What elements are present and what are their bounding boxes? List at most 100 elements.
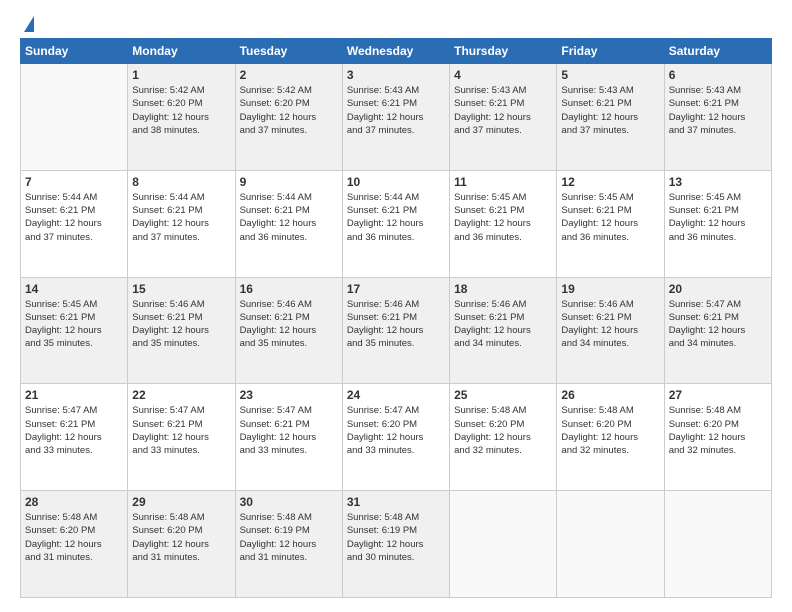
day-info: Sunrise: 5:48 AM Sunset: 6:20 PM Dayligh… (454, 404, 552, 457)
day-info: Sunrise: 5:48 AM Sunset: 6:20 PM Dayligh… (669, 404, 767, 457)
col-header-sunday: Sunday (21, 39, 128, 64)
week-row-4: 21 Sunrise: 5:47 AM Sunset: 6:21 PM Dayli… (21, 384, 772, 491)
day-cell: 4 Sunrise: 5:43 AM Sunset: 6:21 PM Daylig… (450, 64, 557, 171)
day-number: 3 (347, 68, 445, 82)
day-cell: 9Sunrise: 5:44 AM Sunset: 6:21 PM Daylig… (235, 170, 342, 277)
day-number: 26 (561, 388, 659, 402)
day-number: 2 (240, 68, 338, 82)
day-info: Sunrise: 5:42 AM Sunset: 6:20 PM Dayligh… (132, 84, 230, 137)
day-number: 27 (669, 388, 767, 402)
col-header-friday: Friday (557, 39, 664, 64)
day-cell: 14 Sunrise: 5:45 AM Sunset: 6:21 PM Dayli… (21, 277, 128, 384)
day-info: Sunrise: 5:44 AM Sunset: 6:21 PM Dayligh… (132, 191, 230, 244)
week-row-5: 28 Sunrise: 5:48 AM Sunset: 6:20 PM Dayli… (21, 491, 772, 598)
day-number: 31 (347, 495, 445, 509)
day-number: 20 (669, 282, 767, 296)
col-header-wednesday: Wednesday (342, 39, 449, 64)
day-cell: 17 Sunrise: 5:46 AM Sunset: 6:21 PM Dayli… (342, 277, 449, 384)
day-cell: 25 Sunrise: 5:48 AM Sunset: 6:20 PM Dayli… (450, 384, 557, 491)
day-number: 6 (669, 68, 767, 82)
day-info: Sunrise: 5:43 AM Sunset: 6:21 PM Dayligh… (669, 84, 767, 137)
day-info: Sunrise: 5:48 AM Sunset: 6:19 PM Dayligh… (240, 511, 338, 564)
day-cell: 22 Sunrise: 5:47 AM Sunset: 6:21 PM Dayli… (128, 384, 235, 491)
day-cell: 18 Sunrise: 5:46 AM Sunset: 6:21 PM Dayli… (450, 277, 557, 384)
day-info: Sunrise: 5:47 AM Sunset: 6:21 PM Dayligh… (132, 404, 230, 457)
day-number: 24 (347, 388, 445, 402)
header (20, 18, 772, 28)
day-cell: 26 Sunrise: 5:48 AM Sunset: 6:20 PM Dayli… (557, 384, 664, 491)
day-cell: 10 Sunrise: 5:44 AM Sunset: 6:21 PM Dayli… (342, 170, 449, 277)
day-number: 5 (561, 68, 659, 82)
day-info: Sunrise: 5:48 AM Sunset: 6:20 PM Dayligh… (561, 404, 659, 457)
day-cell: 15Sunrise: 5:46 AM Sunset: 6:21 PM Dayli… (128, 277, 235, 384)
col-header-saturday: Saturday (664, 39, 771, 64)
day-number: 1 (132, 68, 230, 82)
day-cell: 30 Sunrise: 5:48 AM Sunset: 6:19 PM Dayli… (235, 491, 342, 598)
day-info: Sunrise: 5:46 AM Sunset: 6:21 PM Dayligh… (561, 298, 659, 351)
day-info: Sunrise: 5:45 AM Sunset: 6:21 PM Dayligh… (25, 298, 123, 351)
day-cell (557, 491, 664, 598)
day-cell: 23Sunrise: 5:47 AM Sunset: 6:21 PM Dayli… (235, 384, 342, 491)
day-cell: 20 Sunrise: 5:47 AM Sunset: 6:21 PM Dayli… (664, 277, 771, 384)
day-number: 30 (240, 495, 338, 509)
day-info: Sunrise: 5:48 AM Sunset: 6:20 PM Dayligh… (25, 511, 123, 564)
day-info: Sunrise: 5:48 AM Sunset: 6:20 PM Dayligh… (132, 511, 230, 564)
col-header-monday: Monday (128, 39, 235, 64)
day-info: Sunrise: 5:43 AM Sunset: 6:21 PM Dayligh… (347, 84, 445, 137)
day-info: Sunrise: 5:47 AM Sunset: 6:20 PM Dayligh… (347, 404, 445, 457)
day-info: Sunrise: 5:47 AM Sunset: 6:21 PM Dayligh… (25, 404, 123, 457)
week-row-2: 7Sunrise: 5:44 AM Sunset: 6:21 PM Daylig… (21, 170, 772, 277)
day-cell: 16 Sunrise: 5:46 AM Sunset: 6:21 PM Dayli… (235, 277, 342, 384)
day-info: Sunrise: 5:44 AM Sunset: 6:21 PM Dayligh… (347, 191, 445, 244)
day-info: Sunrise: 5:43 AM Sunset: 6:21 PM Dayligh… (454, 84, 552, 137)
col-header-thursday: Thursday (450, 39, 557, 64)
day-cell: 24 Sunrise: 5:47 AM Sunset: 6:20 PM Dayli… (342, 384, 449, 491)
day-info: Sunrise: 5:43 AM Sunset: 6:21 PM Dayligh… (561, 84, 659, 137)
day-info: Sunrise: 5:46 AM Sunset: 6:21 PM Dayligh… (347, 298, 445, 351)
day-number: 17 (347, 282, 445, 296)
page: SundayMondayTuesdayWednesdayThursdayFrid… (0, 0, 792, 612)
day-cell (664, 491, 771, 598)
day-cell: 11Sunrise: 5:45 AM Sunset: 6:21 PM Dayli… (450, 170, 557, 277)
day-number: 8 (132, 175, 230, 189)
day-info: Sunrise: 5:46 AM Sunset: 6:21 PM Dayligh… (240, 298, 338, 351)
day-info: Sunrise: 5:42 AM Sunset: 6:20 PM Dayligh… (240, 84, 338, 137)
logo (20, 18, 34, 28)
day-cell (450, 491, 557, 598)
day-cell: 5 Sunrise: 5:43 AM Sunset: 6:21 PM Daylig… (557, 64, 664, 171)
day-info: Sunrise: 5:45 AM Sunset: 6:21 PM Dayligh… (454, 191, 552, 244)
day-number: 14 (25, 282, 123, 296)
day-info: Sunrise: 5:45 AM Sunset: 6:21 PM Dayligh… (561, 191, 659, 244)
week-row-1: 1 Sunrise: 5:42 AM Sunset: 6:20 PM Daylig… (21, 64, 772, 171)
day-number: 29 (132, 495, 230, 509)
day-info: Sunrise: 5:45 AM Sunset: 6:21 PM Dayligh… (669, 191, 767, 244)
day-cell: 7Sunrise: 5:44 AM Sunset: 6:21 PM Daylig… (21, 170, 128, 277)
day-number: 13 (669, 175, 767, 189)
day-info: Sunrise: 5:46 AM Sunset: 6:21 PM Dayligh… (454, 298, 552, 351)
day-cell: 19Sunrise: 5:46 AM Sunset: 6:21 PM Dayli… (557, 277, 664, 384)
day-cell: 1 Sunrise: 5:42 AM Sunset: 6:20 PM Daylig… (128, 64, 235, 171)
day-cell (21, 64, 128, 171)
day-number: 22 (132, 388, 230, 402)
day-cell: 13 Sunrise: 5:45 AM Sunset: 6:21 PM Dayli… (664, 170, 771, 277)
day-info: Sunrise: 5:47 AM Sunset: 6:21 PM Dayligh… (669, 298, 767, 351)
day-number: 4 (454, 68, 552, 82)
day-number: 28 (25, 495, 123, 509)
day-number: 23 (240, 388, 338, 402)
day-number: 16 (240, 282, 338, 296)
day-cell: 27 Sunrise: 5:48 AM Sunset: 6:20 PM Dayli… (664, 384, 771, 491)
day-number: 10 (347, 175, 445, 189)
day-cell: 28 Sunrise: 5:48 AM Sunset: 6:20 PM Dayli… (21, 491, 128, 598)
day-cell: 8 Sunrise: 5:44 AM Sunset: 6:21 PM Daylig… (128, 170, 235, 277)
day-info: Sunrise: 5:44 AM Sunset: 6:21 PM Dayligh… (25, 191, 123, 244)
day-number: 25 (454, 388, 552, 402)
calendar: SundayMondayTuesdayWednesdayThursdayFrid… (20, 38, 772, 598)
day-number: 21 (25, 388, 123, 402)
col-header-tuesday: Tuesday (235, 39, 342, 64)
day-info: Sunrise: 5:44 AM Sunset: 6:21 PM Dayligh… (240, 191, 338, 244)
day-number: 12 (561, 175, 659, 189)
day-number: 18 (454, 282, 552, 296)
day-cell: 29 Sunrise: 5:48 AM Sunset: 6:20 PM Dayli… (128, 491, 235, 598)
day-cell: 31Sunrise: 5:48 AM Sunset: 6:19 PM Dayli… (342, 491, 449, 598)
logo-triangle-icon (24, 16, 34, 32)
